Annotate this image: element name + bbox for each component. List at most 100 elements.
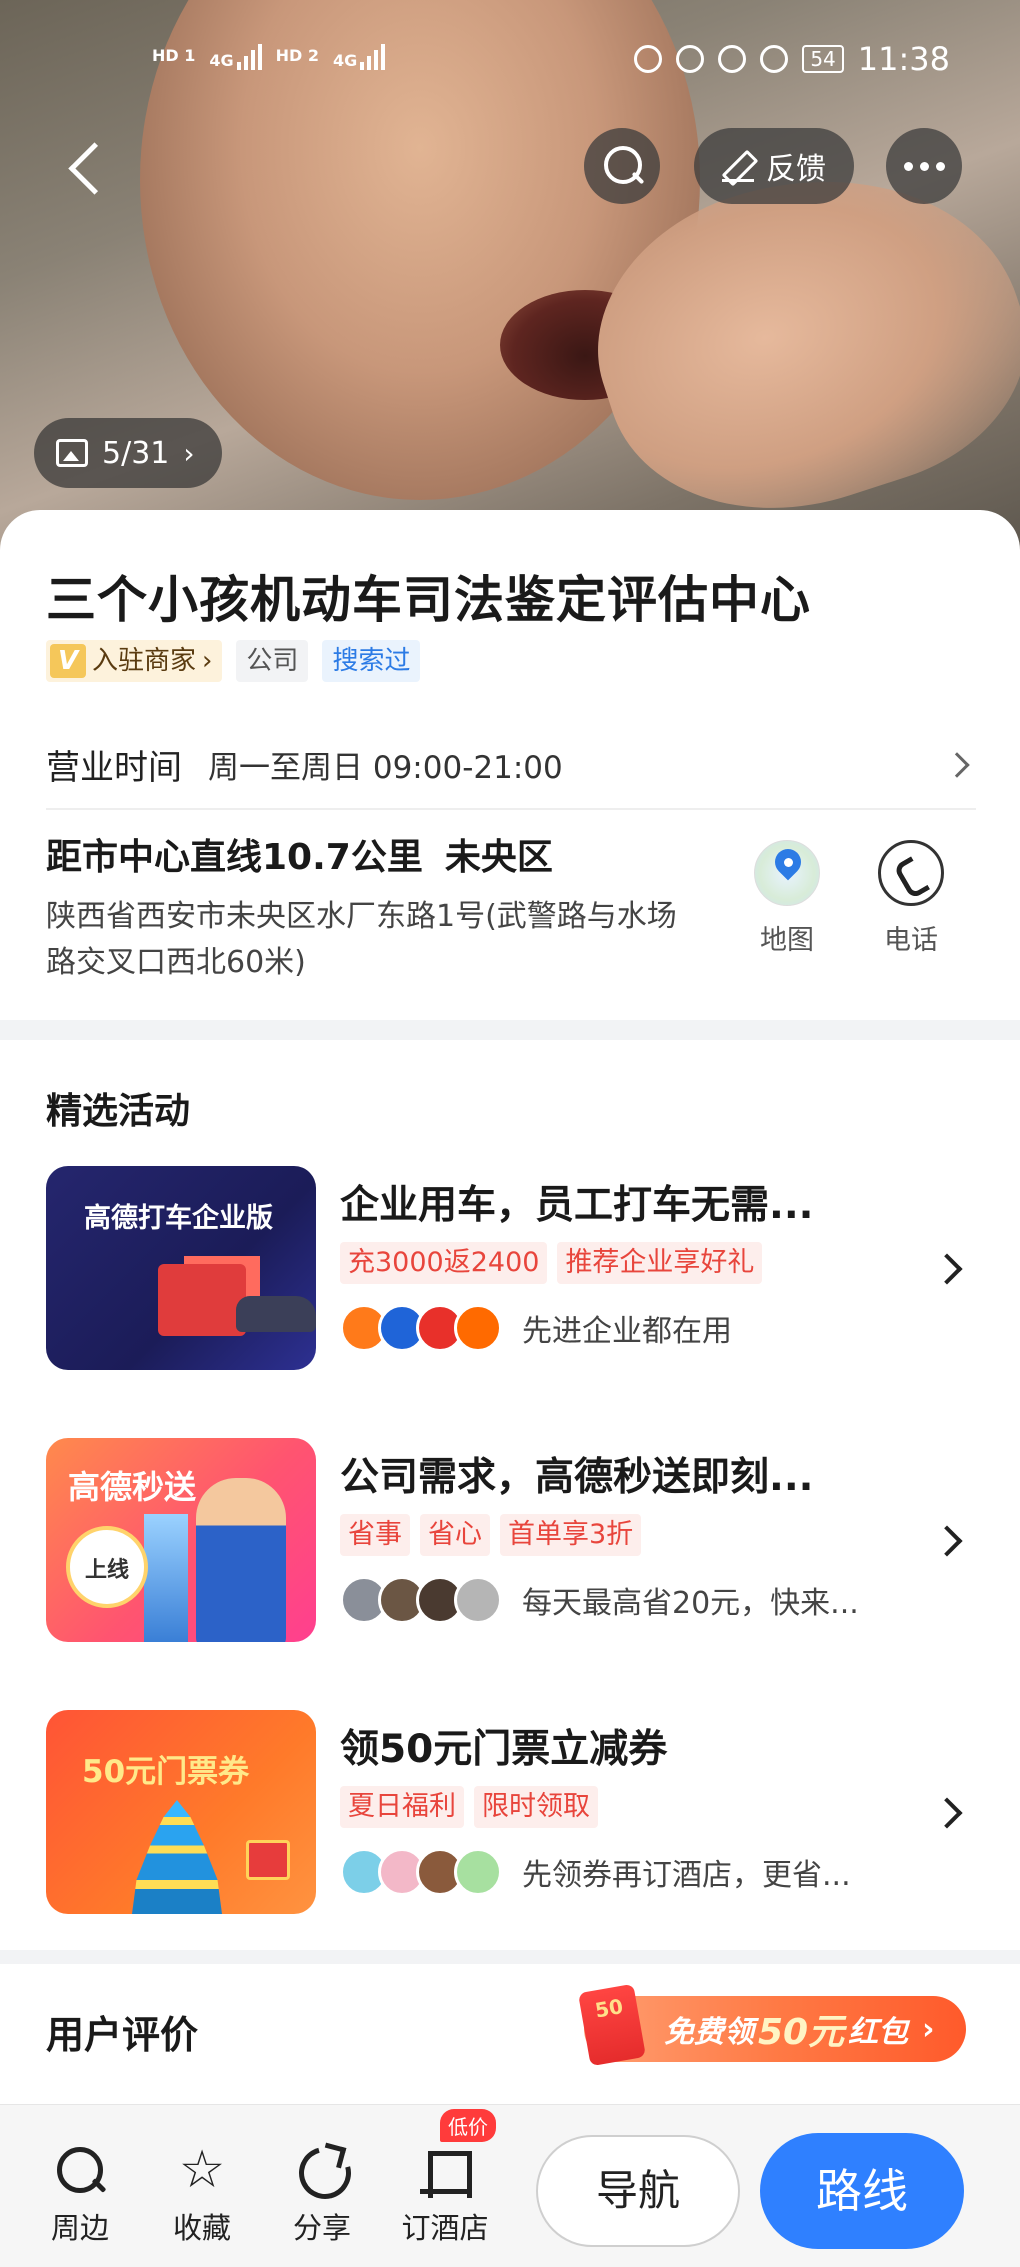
activity-thumbnail: 高德打车企业版 [46,1166,316,1370]
image-icon [56,439,88,467]
chevron-right-icon: › [183,436,195,470]
avatar [454,1576,502,1624]
share-icon [295,2143,349,2197]
feedback-label: 反馈 [766,152,826,187]
map-button[interactable]: 地图 [742,840,832,957]
pagoda-icon [132,1800,222,1914]
activity-meta: 每天最高省20元，快来... [340,1576,859,1624]
featured-activities: 精选活动 高德打车企业版 企业用车，员工打车无需... 充3000返2400 推… [0,1040,1020,1950]
activity-tag: 首单享3折 [500,1514,642,1556]
activity-title: 领50元门票立减券 [340,1727,668,1772]
user-reviews-section: 用户评价 50 免费领 50元 红包 › [0,1964,1020,2104]
thumbnail-text: 高德秒送 [68,1468,197,1506]
location-icon [718,45,747,73]
signal-icon-2: 4G [333,40,386,70]
phone-icon [878,840,944,906]
photo-counter-button[interactable]: 5/31 › [34,418,222,488]
activity-tag: 夏日福利 [340,1786,464,1828]
clock: 11:38 [857,40,950,78]
brand-logos [340,1304,502,1352]
verified-badge-icon: V [50,644,86,678]
phone-button[interactable]: 电话 [866,840,956,957]
alarm-icon [676,45,705,73]
district-text: 未央区 [444,837,553,878]
hero-photo[interactable]: HD 1 4G HD 2 4G 54 11:38 反馈 5/31 › [0,0,1020,560]
hours-label: 营业时间 [46,747,182,788]
mute-icon [760,45,789,73]
activity-tags: 省事 省心 首单享3折 [340,1514,642,1556]
more-dot-icon [903,161,913,171]
activity-item-delivery[interactable]: 高德秒送 上线 公司需求，高德秒送即刻... 省事 省心 首单享3折 每天最高省… [0,1438,1020,1648]
chevron-right-icon [931,1797,963,1829]
hd1-label: HD 1 [152,45,196,65]
nearby-label: 周边 [50,2211,109,2245]
poi-info-card: 三个小孩机动车司法鉴定评估中心 V 入驻商家 › 公司 搜索过 营业时间 周一至… [0,510,1020,1020]
address-text: 陕西省西安市未央区水厂东路1号(武警路与水场路交叉口西北60米) [46,899,677,980]
navigate-button[interactable]: 导航 [536,2135,740,2247]
chevron-right-icon: › [202,646,213,676]
feedback-button[interactable]: 反馈 [694,128,854,204]
photo-counter-text: 5/31 [102,435,170,471]
hotel-label: 订酒店 [401,2211,489,2245]
activity-title: 公司需求，高德秒送即刻... [340,1455,814,1500]
map-label: 地图 [760,925,814,956]
nearby-button[interactable]: 周边 [30,2143,130,2247]
user-avatars [340,1848,502,1896]
gift-icon [246,1840,290,1880]
free-red-packet-banner[interactable]: 50 免费领 50元 红包 › [578,1983,966,2067]
activity-tags: 充3000返2400 推荐企业享好礼 [340,1242,763,1284]
share-button[interactable]: 分享 [272,2143,372,2247]
building-icon [144,1514,188,1642]
search-button[interactable] [584,128,660,204]
user-avatars [340,1576,502,1624]
headphone-icon [634,45,663,73]
poi-tags: V 入驻商家 › 公司 搜索过 [46,640,421,682]
distance-text: 距市中心直线10.7公里 [46,837,423,878]
phone-label: 电话 [884,925,938,956]
signal-icon: 4G [209,40,262,70]
hotel-button[interactable]: 订酒店 [392,2143,498,2247]
thumbnail-badge: 上线 [66,1526,148,1608]
thumbnail-text: 50元门票券 [82,1754,250,1790]
status-bar: HD 1 4G HD 2 4G 54 11:38 [0,40,1020,90]
system-indicators: 54 11:38 [634,40,950,78]
section-title: 精选活动 [46,1091,191,1132]
search-icon [53,2143,107,2197]
avatar [454,1848,502,1896]
category-tag: 公司 [236,640,309,682]
favorite-label: 收藏 [172,2211,231,2245]
hotel-icon [418,2143,472,2198]
star-icon: ☆ [178,2140,226,2200]
merchant-tag-label: 入驻商家 [92,646,197,676]
searched-tag: 搜索过 [322,640,421,682]
activity-tag: 推荐企业享好礼 [557,1242,763,1284]
activity-desc: 每天最高省20元，快来... [522,1586,859,1621]
brand-logo-icon [454,1304,502,1352]
share-label: 分享 [292,2211,351,2245]
chevron-right-icon: › [922,2011,935,2047]
activity-title: 企业用车，员工打车无需... [340,1183,814,1228]
chevron-right-icon [931,1525,963,1557]
back-button[interactable] [62,140,112,200]
low-price-badge: 低价 [440,2109,496,2142]
activity-thumbnail: 高德秒送 上线 [46,1438,316,1642]
more-button[interactable] [886,128,962,204]
bottom-action-bar: 周边 ☆ 收藏 分享 订酒店 低价 导航 路线 [0,2104,1020,2267]
merchant-tag[interactable]: V 入驻商家 › [46,640,223,682]
reviews-title: 用户评价 [46,2013,199,2057]
activity-meta: 先领券再订酒店，更省... [340,1848,851,1896]
activity-tag: 省心 [420,1514,490,1556]
activity-tag: 限时领取 [474,1786,598,1828]
edit-icon [722,150,754,182]
thumbnail-text: 高德打车企业版 [84,1203,273,1234]
chevron-right-icon [931,1253,963,1285]
activity-item-ticket-coupon[interactable]: 50元门票券 领50元门票立减券 夏日福利 限时领取 先领券再订酒店，更省... [0,1710,1020,1920]
network-indicators: HD 1 4G HD 2 4G [152,40,386,70]
business-hours-row[interactable]: 营业时间 周一至周日 09:00-21:00 [46,720,976,810]
gift-icon [158,1264,246,1336]
activity-item-enterprise-car[interactable]: 高德打车企业版 企业用车，员工打车无需... 充3000返2400 推荐企业享好… [0,1166,1020,1376]
hd2-label: HD 2 [275,45,320,65]
favorite-button[interactable]: ☆ 收藏 [152,2143,252,2247]
route-button[interactable]: 路线 [760,2133,964,2249]
car-icon [236,1296,316,1332]
